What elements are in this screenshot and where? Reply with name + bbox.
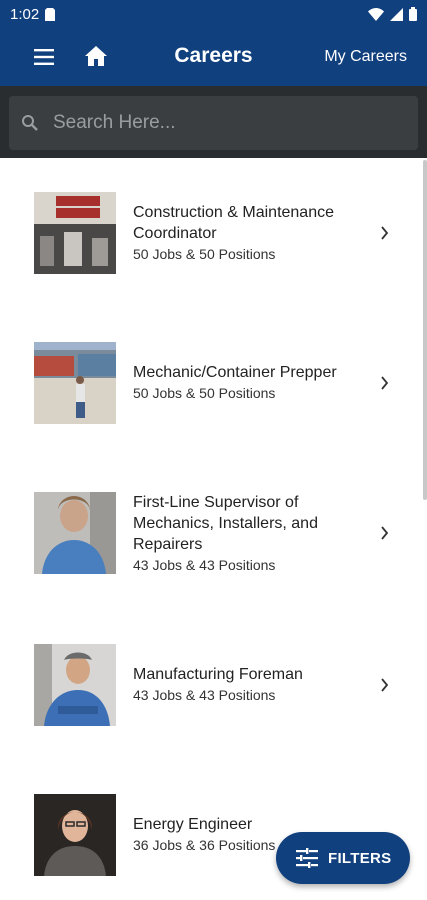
- chevron-right-icon: [381, 376, 389, 390]
- career-thumbnail: [34, 794, 116, 876]
- battery-icon: [409, 7, 417, 21]
- wifi-icon: [368, 7, 384, 21]
- career-row-construction-maintenance-coordinator[interactable]: Construction & Maintenance Coordinator 5…: [0, 192, 420, 274]
- search-input[interactable]: [53, 112, 373, 134]
- career-title: First-Line Supervisor of Mechanics, Inst…: [133, 494, 318, 553]
- career-thumbnail: [34, 342, 116, 424]
- career-title: Construction & Maintenance Coordinator: [133, 204, 334, 242]
- scrollbar[interactable]: [423, 160, 427, 500]
- filters-button[interactable]: FILTERS: [276, 832, 410, 884]
- career-row-manufacturing-foreman[interactable]: Manufacturing Foreman 43 Jobs & 43 Posit…: [0, 644, 420, 726]
- filters-label: FILTERS: [328, 849, 392, 867]
- career-text: Manufacturing Foreman 43 Jobs & 43 Posit…: [133, 664, 373, 706]
- career-text: Construction & Maintenance Coordinator 5…: [133, 202, 373, 265]
- filter-sliders-icon: [296, 848, 318, 868]
- status-time: 1:02: [10, 5, 40, 23]
- my-careers-link[interactable]: My Careers: [324, 48, 407, 66]
- career-title: Manufacturing Foreman: [133, 666, 303, 683]
- chevron-right-icon: [381, 526, 389, 540]
- search-icon: [22, 115, 38, 131]
- search-bar: [0, 86, 427, 158]
- career-row-first-line-supervisor[interactable]: First-Line Supervisor of Mechanics, Inst…: [0, 492, 420, 574]
- career-subtitle: 43 Jobs & 43 Positions: [133, 557, 276, 573]
- career-subtitle: 43 Jobs & 43 Positions: [133, 687, 276, 703]
- chevron-right-icon: [381, 678, 389, 692]
- chevron-right-icon: [381, 226, 389, 240]
- career-row-mechanic-container-prepper[interactable]: Mechanic/Container Prepper 50 Jobs & 50 …: [0, 342, 420, 424]
- career-text: Mechanic/Container Prepper 50 Jobs & 50 …: [133, 362, 373, 404]
- career-subtitle: 50 Jobs & 50 Positions: [133, 246, 276, 262]
- career-thumbnail: [34, 192, 116, 274]
- career-text: First-Line Supervisor of Mechanics, Inst…: [133, 492, 373, 576]
- sim-card-icon: [45, 7, 56, 21]
- app-bar: Careers My Careers: [0, 28, 427, 86]
- signal-icon: [390, 7, 403, 21]
- career-subtitle: 50 Jobs & 50 Positions: [133, 385, 276, 401]
- career-thumbnail: [34, 492, 116, 574]
- career-thumbnail: [34, 644, 116, 726]
- status-bar: 1:02: [0, 0, 427, 28]
- search-box[interactable]: [9, 96, 418, 150]
- career-title: Mechanic/Container Prepper: [133, 364, 337, 381]
